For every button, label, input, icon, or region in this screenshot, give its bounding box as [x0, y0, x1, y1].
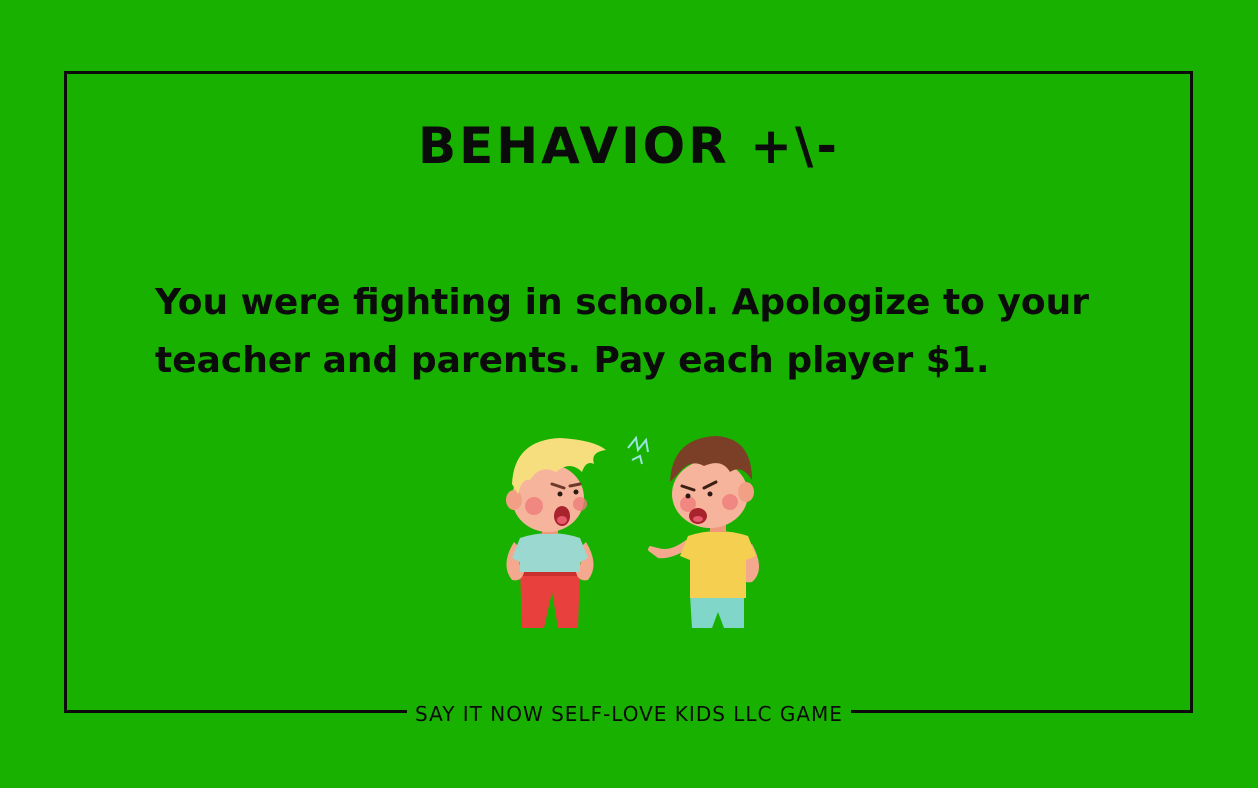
footer-text: SAY IT NOW SELF-LOVE KIDS LLC GAME: [407, 700, 851, 728]
brown-haired-boy-figure: [627, 435, 759, 628]
card-title: BEHAVIOR +\-: [417, 117, 841, 175]
two-boys-arguing-illustration: [506, 435, 759, 628]
card-footer: SAY IT NOW SELF-LOVE KIDS LLC GAME: [0, 700, 1258, 728]
card-text: You were fighting in school. Apologize t…: [155, 282, 1090, 381]
blonde-boy-figure: [506, 438, 606, 628]
